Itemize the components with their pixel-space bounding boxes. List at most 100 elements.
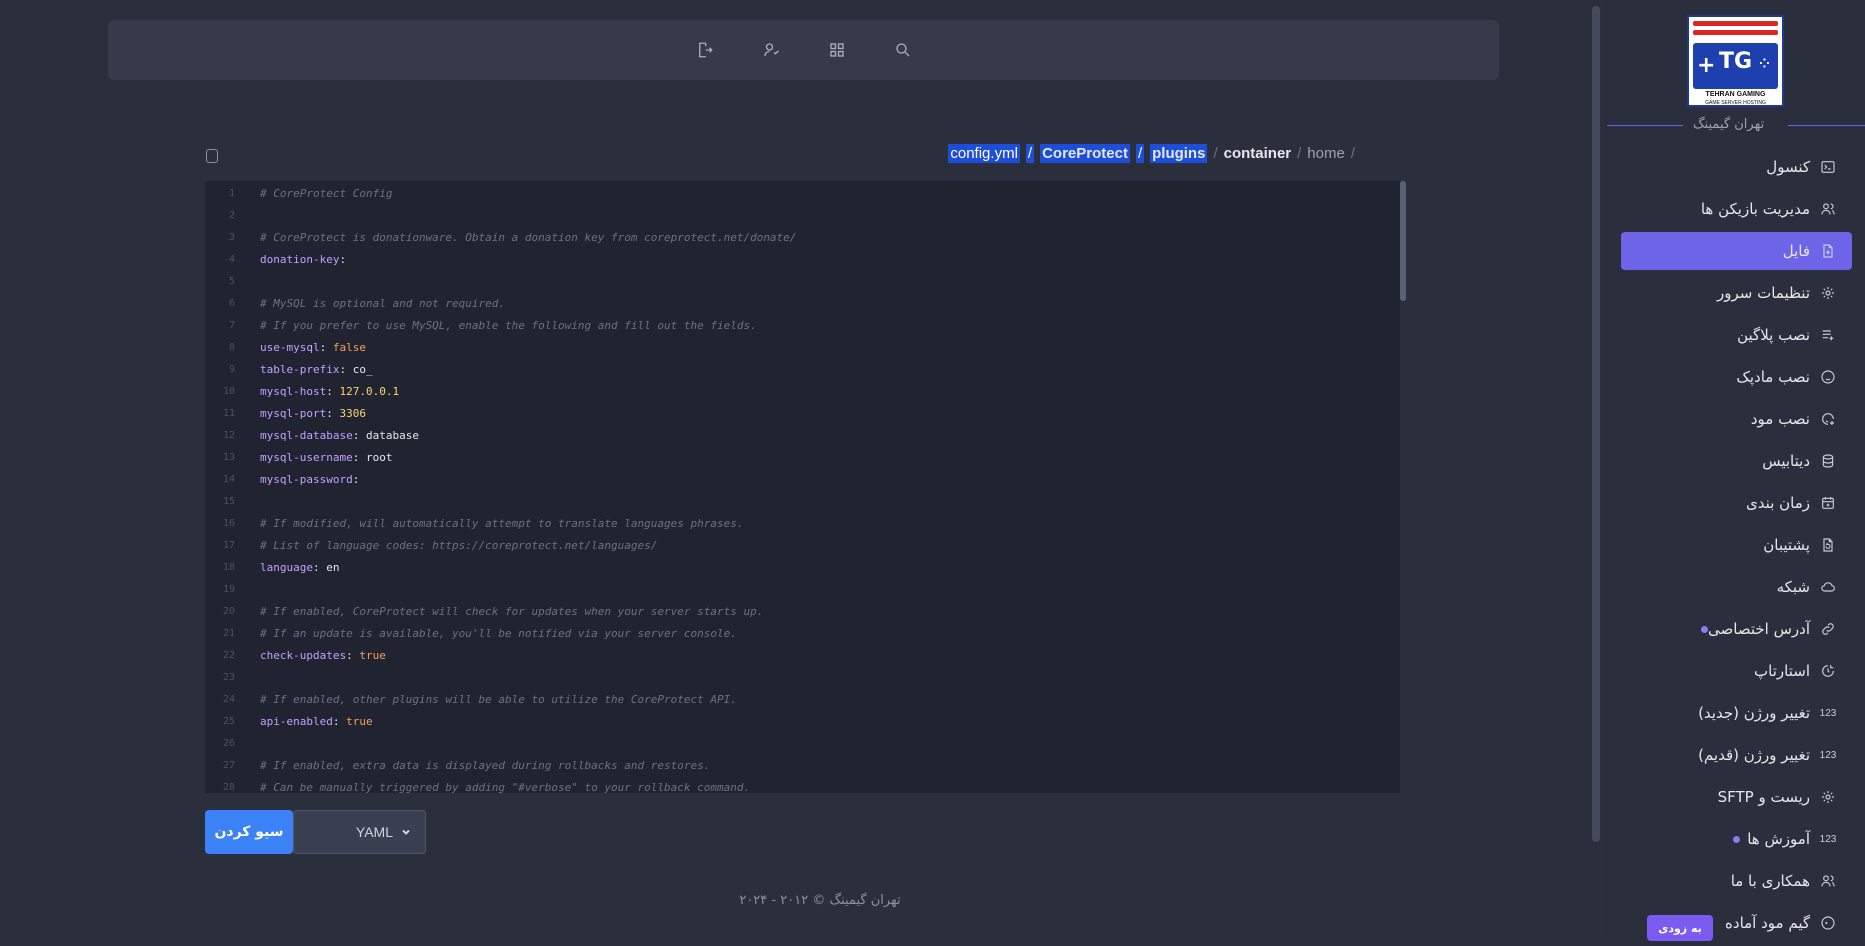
sidebar-item[interactable]: مدیریت بازیکن ها [1621,190,1852,228]
code-value: co_ [352,363,373,376]
sidebar-item[interactable]: تنظیمات سرور [1621,274,1852,312]
code-line[interactable]: 16 # If modified, will automatically atte… [205,513,1395,535]
line-number: 7 [228,320,235,331]
code-line[interactable]: 13 mysql-username: root [205,447,1395,469]
code-line[interactable]: 28 # Can be manually triggered by adding … [205,777,1395,793]
line-number: 8 [228,342,235,353]
code-line[interactable]: 9 table-prefix: co_ [205,359,1395,381]
exit-icon[interactable] [692,37,718,63]
line-number: 19 [222,584,235,595]
search-icon[interactable] [890,37,916,63]
sidebar-item-label: ریست و SFTP [1717,788,1810,806]
copy-icon[interactable] [206,149,218,163]
editor-scrollbar-thumb[interactable] [1400,181,1406,301]
code-line[interactable]: 25 api-enabled: true [205,711,1395,733]
language-select[interactable]: YAML [293,810,426,854]
line-code: # MySQL is optional and not required. [260,293,505,315]
code-line[interactable]: 20 # If enabled, CoreProtect will check f… [205,601,1395,623]
line-number: 14 [222,474,235,485]
code-line[interactable]: 4 donation-key: [205,249,1395,271]
sidebar-item[interactable]: نصب پلاگین [1621,316,1852,354]
sidebar-item[interactable]: آدرس اختصاصی [1621,610,1852,648]
sidebar-item[interactable]: تغییر ورژن (جدید) 123 [1621,694,1852,732]
code-line[interactable]: 8 use-mysql: false [205,337,1395,359]
code-line[interactable]: 12 mysql-database: database [205,425,1395,447]
code-line[interactable]: 5 [205,271,1395,293]
soon-badge: به زودی [1647,915,1713,941]
breadcrumb-separator: / [1025,144,1035,163]
code-line[interactable]: 26 [205,733,1395,755]
code-line[interactable]: 24 # If enabled, other plugins will be ab… [205,689,1395,711]
sidebar-item[interactable]: آموزش ها 123 [1621,820,1852,858]
sidebar-item-label: تغییر ورژن (جدید) [1698,704,1810,722]
grid-icon[interactable] [824,37,850,63]
code-line[interactable]: 10 mysql-host: 127.0.0.1 [205,381,1395,403]
code-line[interactable]: 22 check-updates: true [205,645,1395,667]
code-line[interactable]: 7 # If you prefer to use MySQL, enable th… [205,315,1395,337]
sidebar-item[interactable]: فایل [1621,232,1852,270]
line-code: mysql-host: 127.0.0.1 [260,385,400,398]
sidebar-item[interactable]: استارتاپ [1621,652,1852,690]
code-line[interactable]: 21 # If an update is available, you'll be… [205,623,1395,645]
sidebar-item-label: نصب مادپک [1736,368,1810,386]
line-code: # CoreProtect is donationware. Obtain a … [260,227,796,249]
sidebar-item[interactable]: همکاری با ما [1621,862,1852,900]
line-number: 27 [222,760,235,771]
code-line[interactable]: 2 [205,205,1395,227]
line-number: 11 [222,408,235,419]
save-button[interactable]: سیو کردن [205,810,293,854]
breadcrumb: / home / container / plugins / CoreProte… [948,144,1355,163]
breadcrumb-plugins[interactable]: plugins [1150,144,1208,163]
code-line[interactable]: 11 mysql-port: 3306 [205,403,1395,425]
sidebar: + TG ⁘ TEHRAN GAMING GAME SERVER HOSTING… [1606,0,1865,941]
calendar-icon [1820,495,1836,511]
sidebar-item[interactable]: پشتیبان [1621,526,1852,564]
breadcrumb-coreprotect[interactable]: CoreProtect [1040,144,1130,163]
code-line[interactable]: 14 mysql-password: [205,469,1395,491]
sidebar-item[interactable]: نصب مادپک [1621,358,1852,396]
code-value: false [332,341,366,354]
sidebar-item[interactable]: دیتابیس [1621,442,1852,480]
code-line[interactable]: 1 # CoreProtect Config [205,183,1395,205]
code-key: mysql-port [260,407,327,420]
sidebar-item[interactable]: نصب مود [1621,400,1852,438]
code-comment: # Can be manually triggered by adding "#… [260,781,751,793]
breadcrumb-container[interactable]: container [1224,145,1292,162]
line-code: donation-key: [260,253,347,266]
sidebar-item-label: فایل [1782,242,1810,260]
code-editor[interactable]: 1 # CoreProtect Config 2 3 # CoreProtect is … [205,181,1405,793]
sidebar-item-label: گیم مود آماده [1725,914,1810,932]
page-scrollbar-thumb[interactable] [1592,6,1600,842]
code-line[interactable]: 17 # List of language codes: https://core… [205,535,1395,557]
sidebar-item[interactable]: کنسول [1621,148,1852,186]
code-line[interactable]: 6 # MySQL is optional and not required. [205,293,1395,315]
sidebar-item-label: استارتاپ [1754,662,1810,680]
sidebar-item[interactable]: ریست و SFTP [1621,778,1852,816]
user-icon[interactable] [758,37,784,63]
code-key: table-prefix [260,363,340,376]
line-code: language: en [260,561,340,574]
code-line[interactable]: 23 [205,667,1395,689]
code-comment: # MySQL is optional and not required. [260,297,506,310]
editor-scrollbar[interactable] [1400,181,1406,793]
code-line[interactable]: 3 # CoreProtect is donationware. Obtain a… [205,227,1395,249]
line-number: 21 [222,628,235,639]
numbers-icon: 123 [1819,707,1837,719]
sidebar-item[interactable]: شبکه [1621,568,1852,606]
sidebar-item[interactable]: تغییر ورژن (قدیم) 123 [1621,736,1852,774]
logo-caption: TEHRAN GAMING [1705,91,1766,98]
link-icon [1820,621,1836,637]
code-key: mysql-database [260,429,353,442]
code-line[interactable]: 27 # If enabled, extra data is displayed … [205,755,1395,777]
breadcrumb-home[interactable]: home [1307,145,1345,162]
sidebar-item[interactable]: زمان بندی [1621,484,1852,522]
page-scrollbar[interactable] [1592,6,1600,842]
brand-name: تهران گیمینگ [1693,117,1765,132]
code-line[interactable]: 18 language: en [205,557,1395,579]
line-code: # If enabled, CoreProtect will check for… [260,601,763,623]
code-line[interactable]: 15 [205,491,1395,513]
code-value: 127.0.0.1 [339,385,400,398]
brand-logo[interactable]: + TG ⁘ TEHRAN GAMING GAME SERVER HOSTING [1687,15,1784,107]
line-number: 23 [222,672,235,683]
code-line[interactable]: 19 [205,579,1395,601]
